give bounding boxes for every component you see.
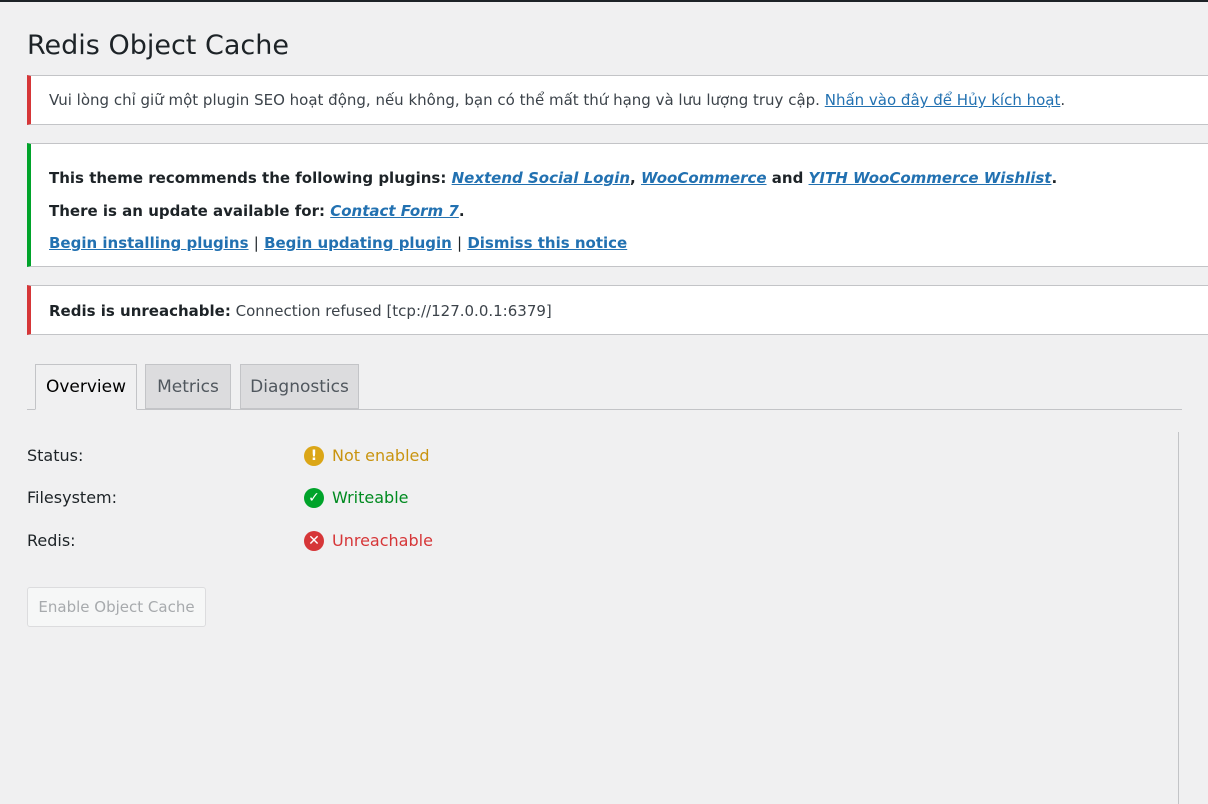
page-title: Redis Object Cache <box>27 30 289 61</box>
redis-error-notice: Redis is unreachable: Connection refused… <box>27 285 1208 335</box>
tab-metrics[interactable]: Metrics <box>145 364 231 409</box>
tab-bar: Overview Metrics Diagnostics <box>27 364 1182 410</box>
tab-diagnostics[interactable]: Diagnostics <box>240 364 359 409</box>
recommend-line: This theme recommends the following plug… <box>49 168 1057 188</box>
content-divider <box>1178 432 1179 804</box>
filesystem-row: Filesystem: ✓ Writeable <box>27 483 727 513</box>
plugin-link-contact-form-7[interactable]: Contact Form 7 <box>330 202 459 220</box>
redis-value-text: Unreachable <box>332 531 433 550</box>
notice-actions: Begin installing plugins | Begin updatin… <box>49 233 627 253</box>
tab-overview[interactable]: Overview <box>35 364 137 410</box>
dismiss-notice-link[interactable]: Dismiss this notice <box>467 234 627 252</box>
admin-top-border <box>0 0 1208 2</box>
filesystem-value-text: Writeable <box>332 488 409 507</box>
action-sep-1: | <box>253 234 259 252</box>
action-sep-2: | <box>457 234 463 252</box>
check-icon: ✓ <box>304 488 324 508</box>
redis-label: Redis: <box>27 531 76 550</box>
recommend-period: . <box>1051 169 1058 187</box>
deactivate-link[interactable]: Nhấn vào đây để Hủy kích hoạt <box>825 91 1061 109</box>
update-prefix: There is an update available for: <box>49 202 325 220</box>
status-value: ! Not enabled <box>304 441 430 471</box>
enable-object-cache-button[interactable]: Enable Object Cache <box>27 587 206 627</box>
plugin-link-nextend[interactable]: Nextend Social Login <box>452 169 630 187</box>
status-row: Status: ! Not enabled <box>27 441 727 471</box>
comma-sep: , <box>630 169 636 187</box>
redis-value: ✕ Unreachable <box>304 526 433 556</box>
redis-error-line: Redis is unreachable: Connection refused… <box>49 301 552 321</box>
seo-notice: Vui lòng chỉ giữ một plugin SEO hoạt độn… <box>27 75 1208 125</box>
theme-plugins-notice: This theme recommends the following plug… <box>27 143 1208 267</box>
plugin-link-woocommerce[interactable]: WooCommerce <box>641 169 767 187</box>
begin-updating-link[interactable]: Begin updating plugin <box>264 234 452 252</box>
error-icon: ✕ <box>304 531 324 551</box>
seo-notice-text-line: Vui lòng chỉ giữ một plugin SEO hoạt độn… <box>49 90 1065 110</box>
update-line: There is an update available for: Contac… <box>49 201 465 221</box>
begin-installing-link[interactable]: Begin installing plugins <box>49 234 249 252</box>
update-period: . <box>458 202 465 220</box>
seo-notice-text: Vui lòng chỉ giữ một plugin SEO hoạt độn… <box>49 91 820 109</box>
status-label: Status: <box>27 446 84 465</box>
status-value-text: Not enabled <box>332 446 430 465</box>
redis-error-label: Redis is unreachable: <box>49 302 231 320</box>
seo-notice-period: . <box>1060 91 1066 109</box>
and-text: and <box>771 169 804 187</box>
plugin-link-yith[interactable]: YITH WooCommerce Wishlist <box>809 169 1052 187</box>
redis-row: Redis: ✕ Unreachable <box>27 526 727 556</box>
recommend-prefix: This theme recommends the following plug… <box>49 169 447 187</box>
redis-error-text: Connection refused [tcp://127.0.0.1:6379… <box>235 302 552 320</box>
filesystem-label: Filesystem: <box>27 488 118 507</box>
warning-icon: ! <box>304 446 324 466</box>
filesystem-value: ✓ Writeable <box>304 483 409 513</box>
